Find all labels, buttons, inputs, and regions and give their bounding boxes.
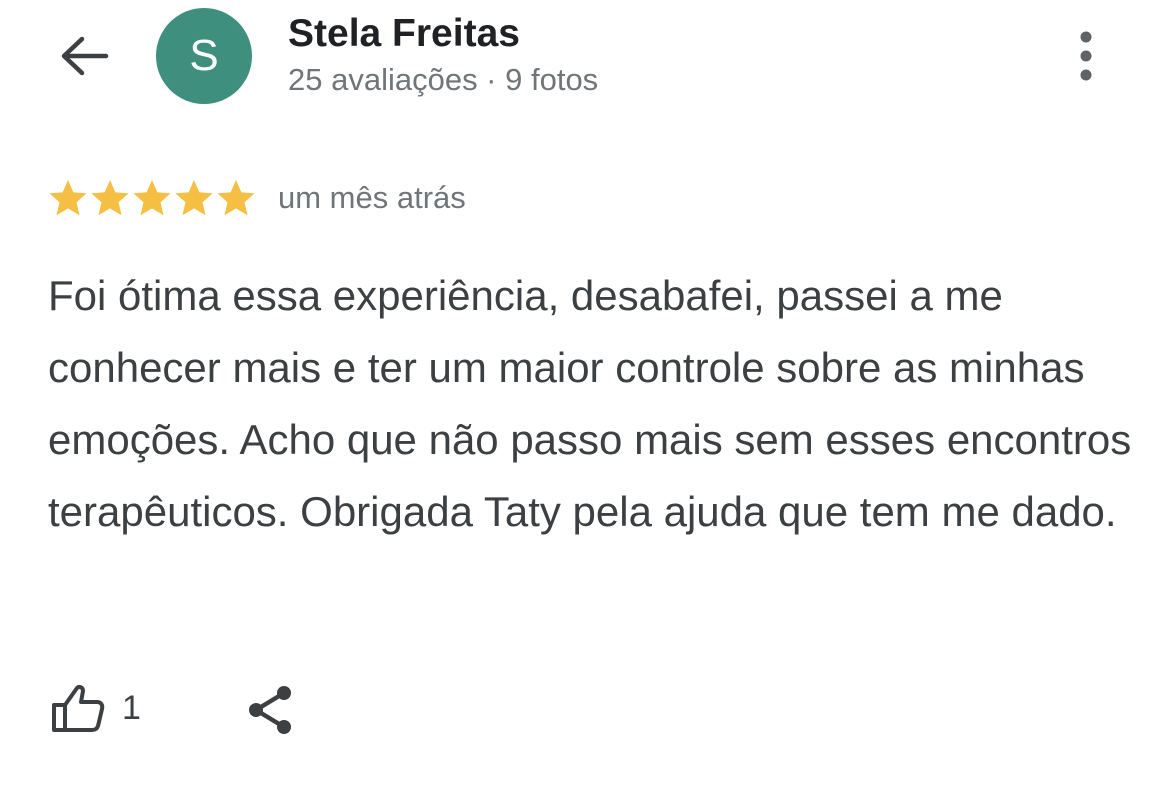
reviewer-name[interactable]: Stela Freitas (288, 12, 520, 56)
review-date: um mês atrás (278, 180, 466, 215)
review-text: Foi ótima essa experiência, desabafei, p… (48, 272, 1132, 535)
star-icon (91, 180, 129, 216)
share-button[interactable] (240, 680, 300, 740)
arrow-back-icon (61, 36, 109, 76)
reviewer-stats: 25 avaliações · 9 fotos (288, 62, 599, 97)
like-count: 1 (122, 688, 141, 727)
star-rating (48, 178, 256, 218)
more-vert-icon (1080, 31, 1092, 81)
star-icon (175, 180, 213, 216)
star-icon (217, 180, 255, 216)
star-icon (49, 180, 87, 216)
more-options-button[interactable] (1060, 24, 1112, 88)
rating-row: um mês atrás (48, 176, 466, 220)
like-button[interactable]: 1 (50, 678, 141, 738)
avatar[interactable]: S (156, 8, 252, 104)
avatar-letter: S (189, 31, 219, 80)
back-button[interactable] (52, 28, 116, 84)
star-icon (133, 180, 171, 216)
share-icon (249, 686, 291, 734)
thumb-up-icon (52, 685, 105, 732)
